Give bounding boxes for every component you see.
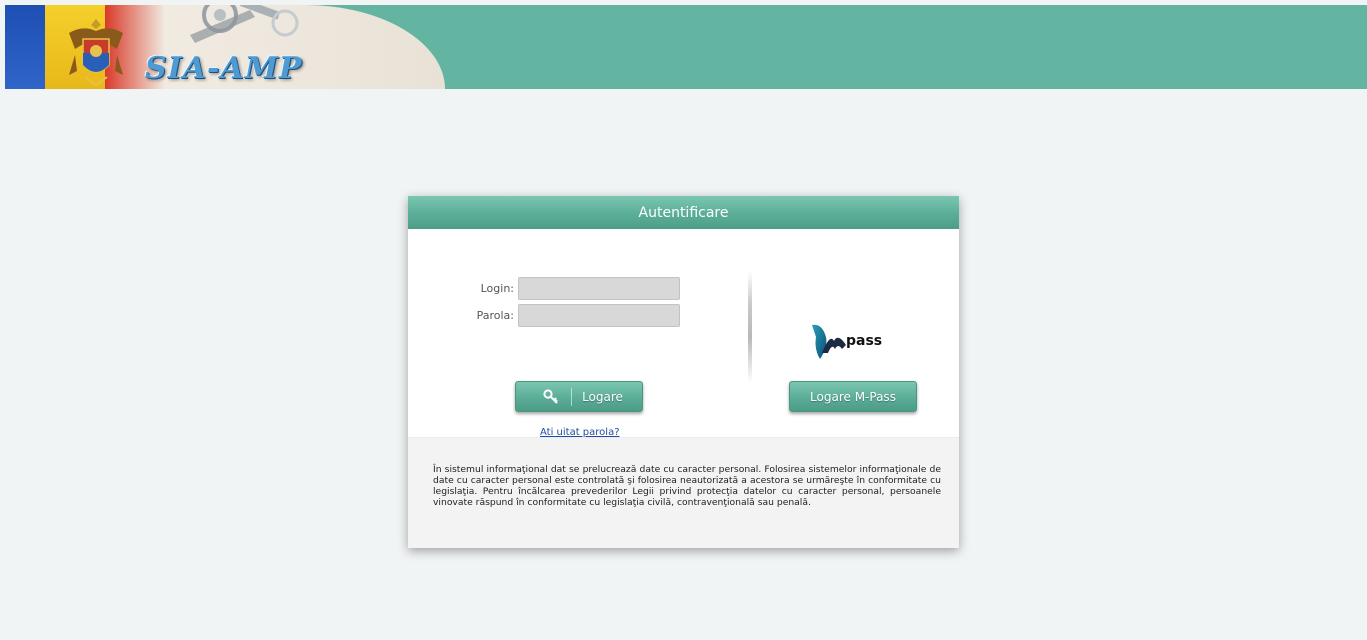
- mpass-login-button[interactable]: Logare M-Pass: [789, 381, 917, 412]
- app-logo-text: SIA-AMP: [145, 51, 303, 86]
- login-label: Login:: [480, 282, 514, 295]
- mpass-logo-text: pass: [846, 333, 883, 349]
- login-panel: Autentificare Login: Parola: Logare Ati …: [408, 196, 959, 548]
- login-row: Login:: [408, 277, 680, 300]
- mpass-button-label: Logare M-Pass: [810, 389, 896, 404]
- page-header: SIA-AMP: [5, 5, 1367, 89]
- password-row: Parola:: [408, 304, 680, 327]
- privacy-notice-area: În sistemul informaţional dat se prelucr…: [408, 437, 959, 548]
- button-separator: [571, 387, 573, 406]
- mpass-logo: pass: [808, 317, 900, 365]
- key-icon: [535, 388, 567, 405]
- password-input[interactable]: [518, 304, 680, 327]
- login-button-label: Logare: [582, 389, 623, 404]
- vertical-divider: [748, 271, 752, 383]
- privacy-notice: În sistemul informaţional dat se prelucr…: [433, 464, 941, 508]
- login-input[interactable]: [518, 277, 680, 300]
- password-label: Parola:: [476, 309, 514, 322]
- coat-of-arms-icon: [69, 19, 123, 87]
- mpass-logo-icon: [812, 324, 846, 359]
- panel-title: Autentificare: [408, 196, 959, 229]
- login-button[interactable]: Logare: [515, 381, 643, 412]
- machinery-graphic: [190, 5, 299, 43]
- login-form: Login: Parola: Logare Ati uitat parola?: [408, 229, 959, 438]
